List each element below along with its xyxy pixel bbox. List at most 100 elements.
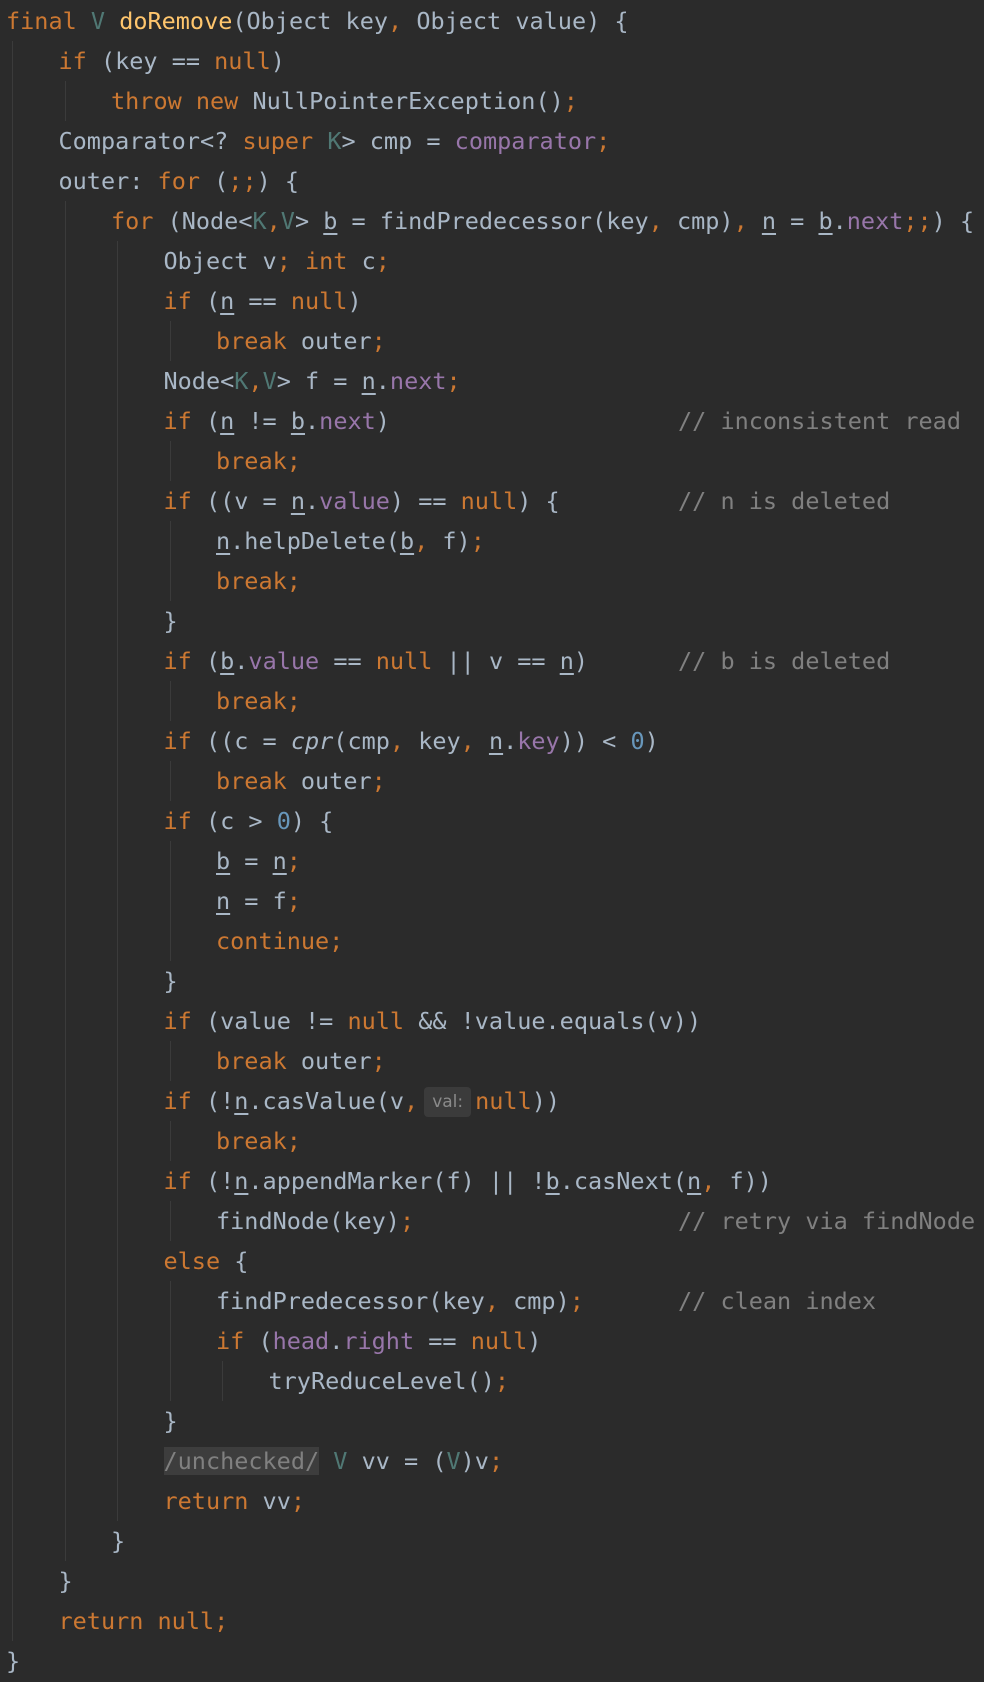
code-token: if — [163, 1087, 206, 1115]
code-line[interactable]: break; — [216, 561, 301, 601]
code-token: outer — [300, 1047, 372, 1075]
code-token: ; — [596, 127, 611, 155]
code-token: comparator — [454, 127, 597, 155]
code-line[interactable]: Comparator<? super K> cmp = comparator; — [59, 121, 611, 161]
code-line[interactable]: tryReduceLevel(); — [269, 1361, 510, 1401]
code-token: break — [216, 1047, 301, 1075]
code-token: > cmp = — [341, 127, 455, 155]
code-token: = — [776, 207, 819, 235]
code-token: n — [559, 647, 574, 675]
code-token: ) { — [256, 167, 300, 195]
code-token: == — [319, 647, 376, 675]
code-line[interactable]: for (Node<K,V> b = findPredecessor(key, … — [111, 201, 974, 241]
code-line[interactable]: n.helpDelete(b, f); — [216, 521, 485, 561]
code-token: && !value.equals(v)) — [418, 1007, 702, 1035]
code-token: { — [234, 1247, 249, 1275]
code-line[interactable]: if (n != b.next) — [164, 401, 390, 441]
code-line[interactable]: n = f; — [216, 881, 301, 921]
code-line[interactable]: continue; — [216, 921, 343, 961]
code-line[interactable]: break outer; — [216, 1041, 386, 1081]
code-token: V — [446, 1447, 461, 1475]
code-token: if — [216, 1327, 259, 1355]
code-line[interactable]: } — [164, 961, 178, 1001]
code-token: b — [818, 207, 833, 235]
code-line[interactable]: throw new NullPointerException(); — [111, 81, 578, 121]
indent-guide — [64, 81, 66, 121]
code-token: break; — [216, 567, 301, 595]
code-token: right — [343, 1327, 415, 1355]
code-token: .appendMarker(f) || ! — [248, 1167, 546, 1195]
code-token: . — [234, 647, 249, 675]
code-line[interactable]: break outer; — [216, 761, 386, 801]
code-line[interactable]: Object v; int c; — [164, 241, 390, 281]
code-line[interactable]: } — [164, 601, 178, 641]
code-token: if — [163, 807, 206, 835]
code-token: K — [252, 207, 267, 235]
parameter-hint: val: — [424, 1087, 472, 1117]
code-line[interactable]: if (head.right == null) — [216, 1321, 541, 1361]
code-token: if — [163, 647, 206, 675]
code-token: K — [327, 127, 342, 155]
code-line[interactable]: if ((c = cpr(cmp, key, n.key)) < 0) — [164, 721, 659, 761]
code-token: . — [832, 207, 847, 235]
code-token: next — [846, 207, 904, 235]
code-token: , — [266, 207, 281, 235]
code-line[interactable]: Node<K,V> f = n.next; — [164, 361, 461, 401]
code-token: ( — [205, 287, 221, 315]
code-line[interactable]: if (b.value == null || v == n) — [164, 641, 589, 681]
code-token: ; — [290, 1487, 305, 1515]
code-token: b — [216, 847, 231, 875]
code-line[interactable]: break outer; — [216, 321, 386, 361]
code-line[interactable]: findPredecessor(key, cmp); — [216, 1281, 584, 1321]
code-token: key — [418, 727, 461, 755]
code-token: if — [163, 1007, 206, 1035]
indent-guide — [169, 681, 171, 721]
code-line[interactable]: } — [164, 1401, 178, 1441]
code-line[interactable]: break; — [216, 681, 301, 721]
code-token: . — [305, 407, 320, 435]
code-token: , — [733, 207, 762, 235]
indent-guide — [169, 1281, 171, 1401]
code-token: ;; — [228, 167, 257, 195]
code-token: , — [414, 527, 443, 555]
code-token: null — [347, 1007, 419, 1035]
code-line[interactable]: if (value != null && !value.equals(v)) — [164, 1001, 702, 1041]
code-token: , — [248, 367, 263, 395]
code-token: n — [488, 727, 504, 755]
code-line[interactable]: outer: for (;;) { — [59, 161, 300, 201]
indent-guide — [169, 521, 171, 601]
code-line[interactable]: findNode(key); — [216, 1201, 414, 1241]
code-token: . — [305, 487, 320, 515]
code-line[interactable]: if (c > 0) { — [164, 801, 334, 841]
code-token: f) — [442, 527, 471, 555]
indent-guide — [169, 841, 171, 961]
code-token: ; — [488, 1447, 504, 1475]
code-line[interactable]: } — [6, 1641, 20, 1681]
code-token: ; — [286, 847, 301, 875]
code-line[interactable]: } — [111, 1521, 125, 1561]
code-line[interactable]: if ((v = n.value) == null) { — [164, 481, 560, 521]
code-line[interactable]: if (!n.casValue(v, val: null)) — [163, 1081, 560, 1121]
indent-guide — [169, 441, 171, 481]
code-line[interactable]: else { — [164, 1241, 249, 1281]
code-token: == — [234, 287, 291, 315]
code-token: super — [242, 127, 328, 155]
code-line[interactable]: b = n; — [216, 841, 301, 881]
code-line[interactable]: } — [59, 1561, 73, 1601]
code-token: NullPointerException() — [252, 87, 564, 115]
code-line[interactable]: /unchecked/ V vv = (V)v; — [163, 1441, 504, 1481]
code-line[interactable]: return vv; — [164, 1481, 306, 1521]
code-line[interactable]: if (!n.appendMarker(f) || !b.casNext(n, … — [164, 1161, 772, 1201]
highlighted-comment: /unchecked/ — [163, 1447, 320, 1475]
code-line[interactable]: return null; — [59, 1601, 229, 1641]
indent-guide — [169, 1201, 171, 1241]
code-token: n — [687, 1167, 702, 1195]
code-editor[interactable]: final V doRemove(Object key, Object valu… — [0, 0, 984, 1682]
code-line[interactable]: break; — [216, 1121, 301, 1161]
code-line[interactable]: final V doRemove(Object key, Object valu… — [6, 1, 629, 41]
code-line[interactable]: break; — [216, 441, 301, 481]
code-token: return — [163, 1487, 263, 1515]
code-line[interactable]: if (n == null) — [164, 281, 362, 321]
code-line[interactable]: if (key == null) — [59, 41, 285, 81]
code-token: break — [216, 767, 301, 795]
